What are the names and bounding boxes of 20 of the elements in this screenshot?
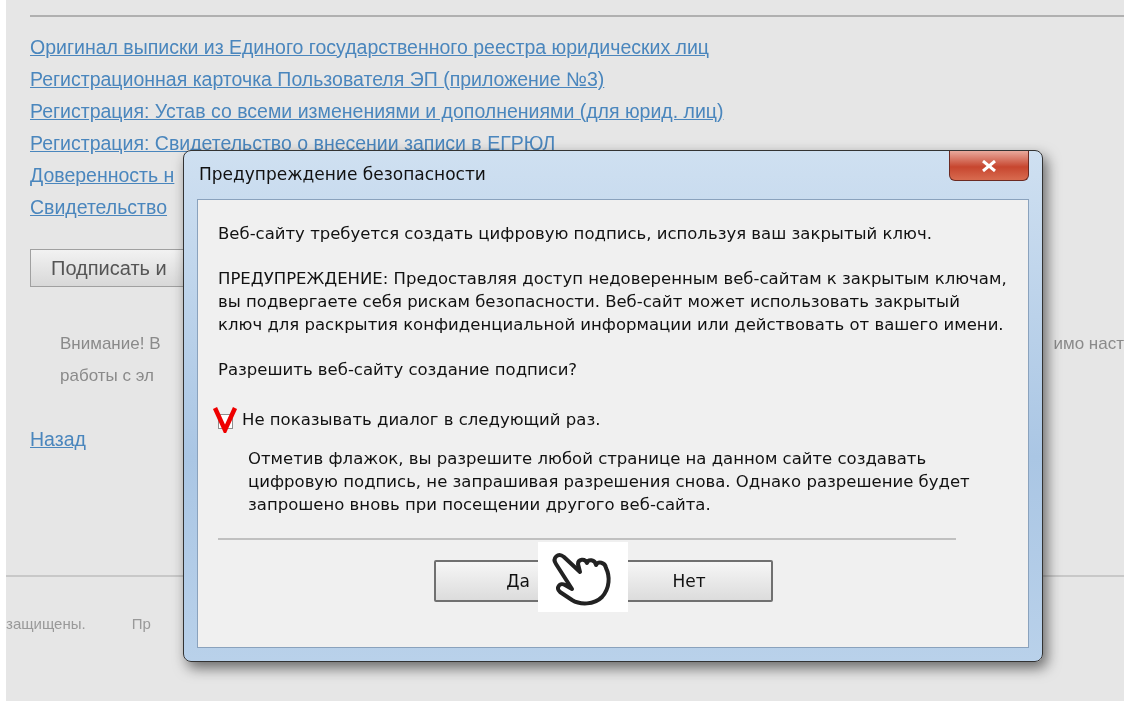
checkbox-label[interactable]: Не показывать диалог в следующий раз. bbox=[242, 407, 601, 431]
question-text: Разрешить веб-сайту создание подписи? bbox=[218, 359, 579, 381]
hand-cursor-icon bbox=[538, 542, 628, 612]
hint-text: Отметив флажок, вы разрешите любой странице на данном сайте создавать цифровую подпись, не запрашивая разрешения снова. Однако разрешение будет запрошено вновь при посещении другого веб-сайта. bbox=[248, 448, 971, 516]
back-link[interactable]: Назад bbox=[30, 427, 86, 451]
checkbox[interactable] bbox=[212, 405, 238, 433]
document-link[interactable]: Оригинал выписки из Единого государственного реестра юридических лиц bbox=[30, 35, 709, 59]
dialog-title: Предупреждение безопасности bbox=[199, 164, 486, 184]
document-link[interactable]: Доверенность н bbox=[30, 163, 175, 187]
notice-text: Внимание! В bbox=[60, 333, 161, 355]
document-link[interactable]: Свидетельство bbox=[30, 195, 168, 219]
footer-text: Пр bbox=[131, 615, 151, 632]
footer-text: защищены. bbox=[6, 615, 86, 632]
document-link[interactable]: Регистрация: Устав со всеми изменениями и дополнениями (для юрид. лиц) bbox=[30, 99, 724, 123]
notice-text: работы с эл bbox=[60, 365, 154, 387]
close-icon bbox=[981, 159, 997, 172]
dialog-message: Веб-сайту требуется создать цифровую подпись, используя ваш закрытый ключ. bbox=[218, 223, 933, 245]
notice-text: имо наст bbox=[1053, 333, 1124, 355]
document-link[interactable]: Регистрационная карточка Пользователя ЭП (приложение №3) bbox=[30, 67, 605, 91]
close-button[interactable] bbox=[949, 151, 1029, 181]
